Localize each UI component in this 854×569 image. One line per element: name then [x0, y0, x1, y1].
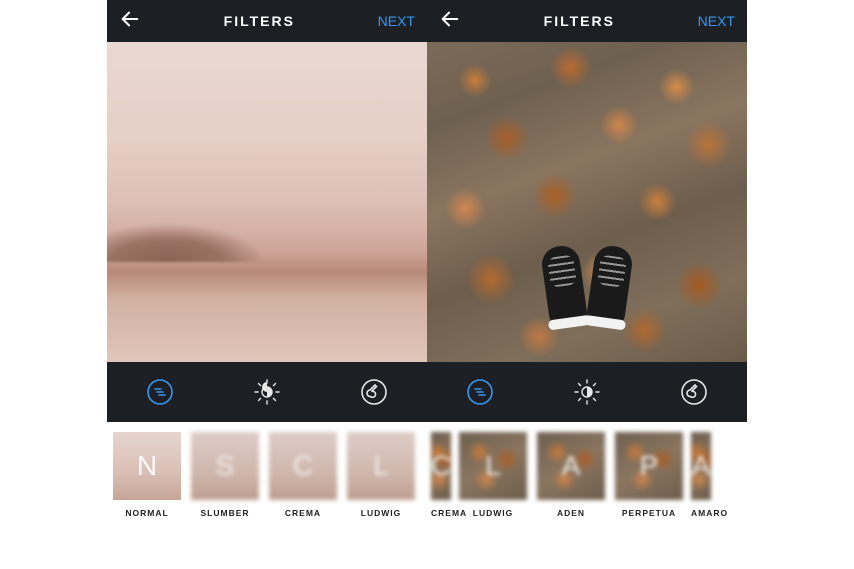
edit-tool-button[interactable]: [357, 375, 391, 409]
filter-letter: L: [373, 450, 389, 482]
filter-item-slumber[interactable]: S SLUMBER: [189, 432, 261, 518]
next-button[interactable]: NEXT: [698, 13, 735, 29]
filter-item-crema[interactable]: C CREMA: [431, 432, 451, 518]
photo-content: [107, 42, 427, 362]
active-tool-caret: [154, 422, 166, 428]
filter-item-ludwig[interactable]: L LUDWIG: [345, 432, 417, 518]
back-arrow-icon: [119, 8, 141, 30]
filter-thumbnail: A: [537, 432, 605, 500]
filter-letter: S: [216, 450, 235, 482]
header-title: FILTERS: [544, 13, 615, 29]
lux-icon: [573, 378, 601, 406]
filter-label: NORMAL: [111, 508, 183, 518]
filter-item-aden[interactable]: A ADEN: [535, 432, 607, 518]
phone-screen-right: FILTERS NEXT C: [427, 0, 747, 569]
filter-letter: P: [640, 450, 659, 482]
phone-screen-left: FILTERS NEXT N NORMAL: [107, 0, 427, 569]
lux-tool-button[interactable]: [570, 375, 604, 409]
photo-content: [427, 42, 747, 362]
filter-thumbnail: L: [347, 432, 415, 500]
filter-letter: C: [293, 450, 313, 482]
wrench-icon: [360, 378, 388, 406]
edit-toolbar: [107, 362, 427, 422]
filter-thumbnail: L: [459, 432, 527, 500]
shoe-right: [586, 244, 634, 327]
active-tool-caret: [474, 422, 486, 428]
filter-thumbnail: S: [191, 432, 259, 500]
filter-letter: C: [431, 450, 451, 482]
filter-strip[interactable]: N NORMAL S SLUMBER C CREMA L LUDWIG: [107, 422, 427, 569]
filter-tool-button[interactable]: [143, 375, 177, 409]
filter-tool-button[interactable]: [463, 375, 497, 409]
filter-letter: A: [692, 450, 711, 482]
edit-tool-button[interactable]: [677, 375, 711, 409]
edit-toolbar: [427, 362, 747, 422]
filter-strip[interactable]: C CREMA L LUDWIG A ADEN P PERPETUA A AMA…: [427, 422, 747, 569]
header: FILTERS NEXT: [427, 0, 747, 42]
filter-label: ADEN: [535, 508, 607, 518]
filter-item-amaro[interactable]: A AMARO: [691, 432, 711, 518]
filter-thumbnail: A: [691, 432, 711, 500]
filter-icon: [146, 378, 174, 406]
back-button[interactable]: [439, 8, 461, 34]
filter-letter: A: [562, 450, 581, 482]
filter-thumbnail: N: [113, 432, 181, 500]
filter-item-crema[interactable]: C CREMA: [267, 432, 339, 518]
filter-label: CREMA: [267, 508, 339, 518]
filter-letter: N: [137, 450, 157, 482]
mountain-shape: [107, 192, 287, 262]
header-title: FILTERS: [224, 13, 295, 29]
filter-item-ludwig[interactable]: L LUDWIG: [457, 432, 529, 518]
filter-letter: L: [485, 450, 501, 482]
filter-thumbnail: P: [615, 432, 683, 500]
filter-label: LUDWIG: [457, 508, 529, 518]
shoes-shape: [545, 246, 629, 324]
next-button[interactable]: NEXT: [378, 13, 415, 29]
header: FILTERS NEXT: [107, 0, 427, 42]
filter-label: LUDWIG: [345, 508, 417, 518]
filter-icon: [466, 378, 494, 406]
filter-thumbnail: C: [269, 432, 337, 500]
filter-label: PERPETUA: [613, 508, 685, 518]
filter-label: AMARO: [691, 508, 711, 518]
back-button[interactable]: [119, 8, 141, 34]
photo-preview[interactable]: [107, 42, 427, 362]
wrench-icon: [680, 378, 708, 406]
filter-item-perpetua[interactable]: P PERPETUA: [613, 432, 685, 518]
filter-label: SLUMBER: [189, 508, 261, 518]
filter-label: CREMA: [431, 508, 451, 518]
photo-preview[interactable]: [427, 42, 747, 362]
shoe-left: [540, 244, 588, 327]
lux-tool-button[interactable]: [250, 375, 284, 409]
lux-icon: [253, 378, 281, 406]
filter-item-normal[interactable]: N NORMAL: [111, 432, 183, 518]
filter-thumbnail: C: [431, 432, 451, 500]
back-arrow-icon: [439, 8, 461, 30]
